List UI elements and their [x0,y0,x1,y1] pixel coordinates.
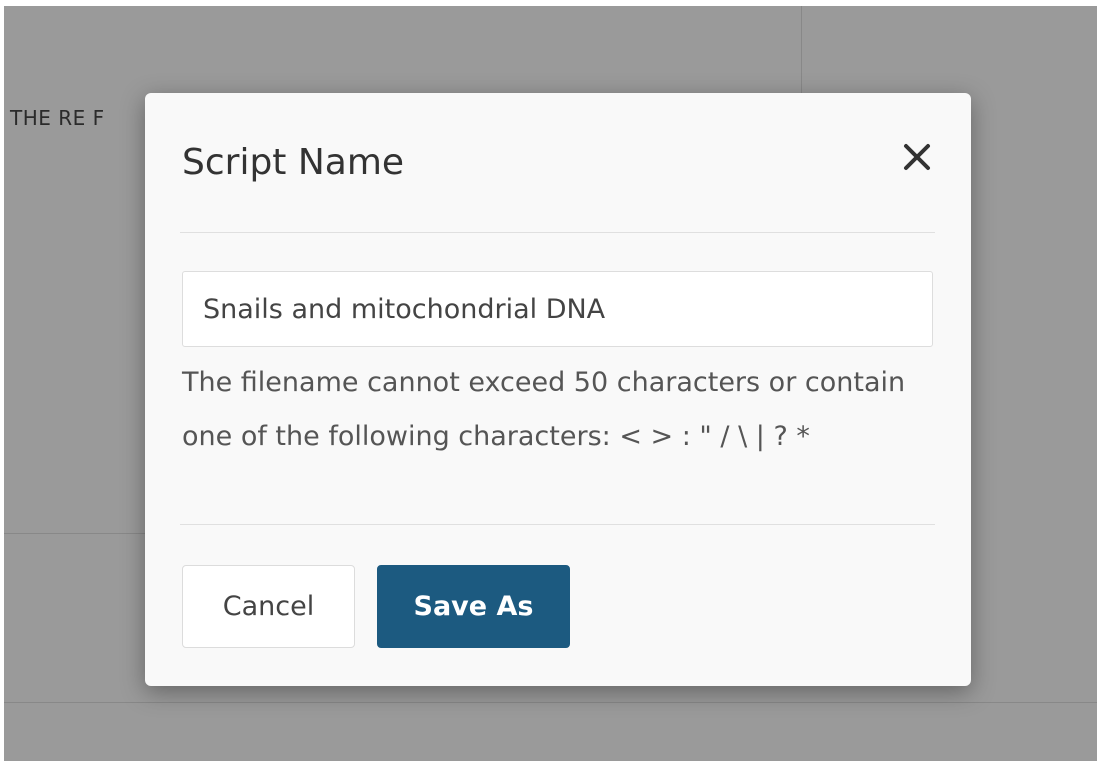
background-divider-vertical [801,6,802,93]
background-text: THE RE F [10,106,105,130]
script-name-input[interactable] [182,271,933,347]
dialog-title: Script Name [182,142,405,183]
cancel-button[interactable]: Cancel [182,565,355,648]
close-icon [904,144,930,170]
screen: THE RE F Script Name The filename cannot… [0,0,1097,761]
background-divider-horizontal [4,533,145,534]
header-divider [180,232,935,233]
save-as-button[interactable]: Save As [377,565,570,648]
background-divider-horizontal-bottom [4,702,1097,703]
close-button[interactable] [897,137,937,177]
filename-help-text: The filename cannot exceed 50 characters… [182,367,906,452]
footer-divider [180,524,935,525]
script-name-dialog: Script Name The filename cannot exceed 5… [145,93,971,686]
